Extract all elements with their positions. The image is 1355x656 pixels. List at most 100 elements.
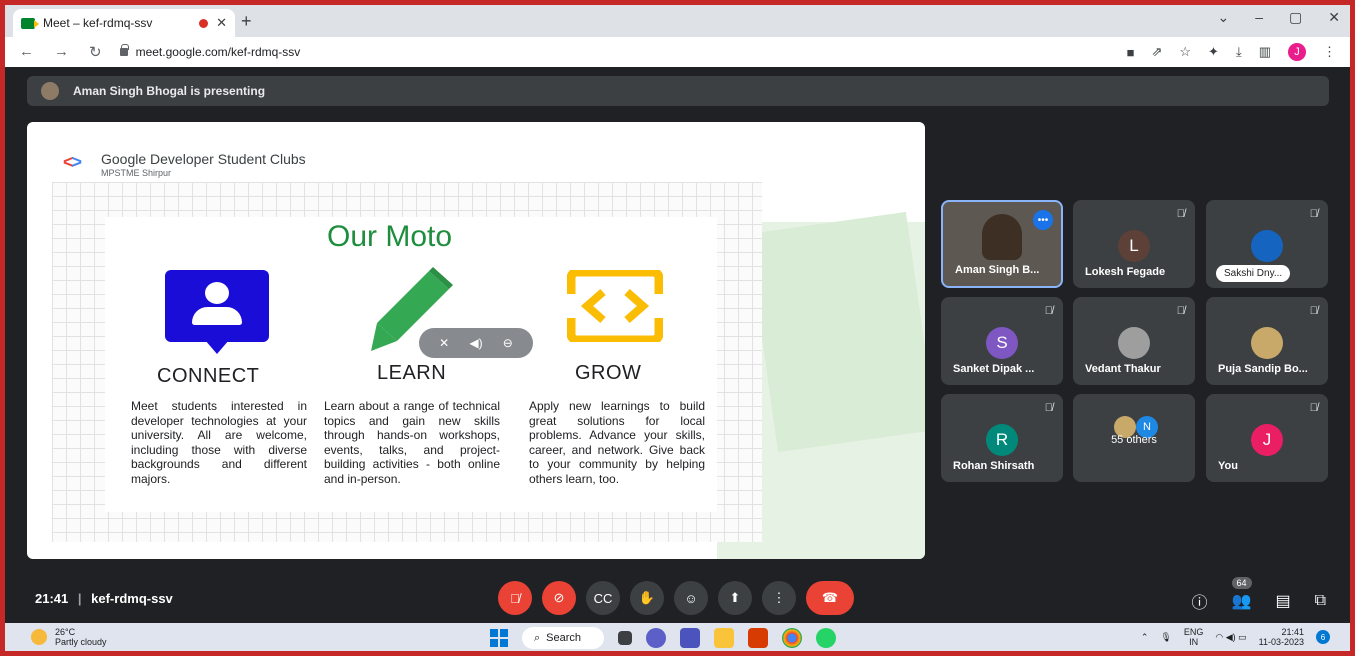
new-tab-button[interactable]: +: [241, 11, 252, 32]
slide-org-title: Google Developer Student Clubs: [101, 151, 306, 167]
participant-tile-presenter[interactable]: ••• Aman Singh B...: [941, 200, 1063, 288]
presenting-text: Aman Singh Bhogal is presenting: [73, 84, 266, 98]
leave-call-button[interactable]: ☎: [806, 581, 854, 615]
participant-tile[interactable]: 🎙̸ Vedant Thakur: [1073, 297, 1195, 385]
start-button[interactable]: [490, 629, 508, 647]
more-options-icon[interactable]: •••: [1033, 210, 1053, 230]
slide-paper-decor: [747, 211, 925, 453]
sidepanel-icon[interactable]: ▥: [1259, 44, 1271, 60]
people-count: 64: [1231, 577, 1252, 589]
slide-heading: Our Moto: [327, 220, 453, 253]
participant-tile[interactable]: 🎙̸ R Rohan Shirsath: [941, 394, 1063, 482]
browser-tab[interactable]: Meet – kef-rdmq-ssv ✕: [13, 9, 235, 37]
grow-text: Apply new learnings to build great solut…: [529, 399, 705, 486]
bookmark-star-icon[interactable]: ☆: [1179, 44, 1191, 60]
extensions-icon[interactable]: ✦: [1208, 44, 1219, 60]
avatar: [1118, 327, 1150, 359]
learn-text: Learn about a range of technical topics …: [324, 399, 500, 486]
weather-widget[interactable]: 26°C Partly cloudy: [31, 627, 107, 647]
profile-avatar[interactable]: J: [1288, 43, 1306, 61]
avatar: [1251, 230, 1283, 262]
presenter-avatar: [41, 82, 59, 100]
participant-name: Aman Singh B...: [955, 264, 1040, 276]
others-tile[interactable]: N 55 others: [1073, 394, 1195, 482]
restore-button[interactable]: ▢: [1289, 9, 1302, 26]
learn-title: LEARN: [377, 362, 447, 384]
more-options-button[interactable]: ⋮: [762, 581, 796, 615]
os-taskbar: 26°C Partly cloudy ⌕ Search ⌃ 🎙 ENG IN ◠…: [5, 623, 1350, 651]
file-explorer-icon[interactable]: [714, 628, 734, 648]
download-icon[interactable]: ⤓: [1236, 44, 1242, 60]
input-language[interactable]: ENG IN: [1184, 627, 1204, 647]
participant-name: You: [1218, 460, 1238, 472]
participant-tile[interactable]: 🎙̸ Sakshi Dny...: [1206, 200, 1328, 288]
participant-name: Sakshi Dny...: [1216, 265, 1291, 282]
back-icon[interactable]: ←: [19, 43, 34, 61]
meeting-controls-bar: 21:41 | kef-rdmq-ssv 🎙̸ ⊘ CC ✋ ☺ ⬆ ⋮ ☎ ⓘ…: [5, 571, 1350, 623]
camera-icon[interactable]: ■: [1127, 45, 1135, 60]
notification-badge[interactable]: 6: [1316, 630, 1330, 644]
region-code: IN: [1189, 637, 1199, 647]
people-button[interactable]: 64 👥: [1231, 577, 1252, 611]
search-icon: ⌕: [534, 631, 541, 644]
participant-name: Puja Sandip Bo...: [1218, 363, 1308, 375]
connect-text: Meet students interested in developer te…: [131, 399, 307, 486]
mic-tray-icon[interactable]: 🎙: [1160, 632, 1171, 643]
connect-icon: [165, 270, 269, 354]
participant-tile[interactable]: 🎙̸ S Sanket Dipak ...: [941, 297, 1063, 385]
tab-close-icon[interactable]: ✕: [216, 15, 227, 31]
chevron-up-icon[interactable]: ⌃: [1141, 632, 1149, 643]
wifi-sound-battery-icons[interactable]: ◠ ◀) ▭: [1215, 632, 1246, 643]
chat-app-icon[interactable]: [646, 628, 666, 648]
lang-code: ENG: [1183, 627, 1204, 637]
teams-icon[interactable]: [680, 628, 700, 648]
system-clock[interactable]: 21:41 11-03-2023: [1259, 627, 1304, 647]
camera-toggle-button[interactable]: ⊘: [542, 581, 576, 615]
toolbar-icons: ■ ⇗ ☆ ✦ ⤓ ▥ J ⋮: [1127, 43, 1336, 61]
reactions-button[interactable]: ☺: [674, 581, 708, 615]
present-button[interactable]: ⬆: [718, 581, 752, 615]
participant-name: Lokesh Fegade: [1085, 266, 1166, 278]
presenting-banner: Aman Singh Bhogal is presenting: [27, 76, 1329, 106]
connect-title: CONNECT: [157, 365, 260, 387]
chat-icon[interactable]: ▤: [1275, 591, 1290, 611]
participant-name: Vedant Thakur: [1085, 363, 1161, 375]
lock-icon: [119, 44, 129, 56]
reload-icon[interactable]: ↻: [89, 43, 102, 61]
url-text: meet.google.com/kef-rdmq-ssv: [135, 45, 301, 59]
participant-tile[interactable]: 🎙̸ L Lokesh Fegade: [1073, 200, 1195, 288]
whatsapp-icon[interactable]: [816, 628, 836, 648]
address-bar[interactable]: meet.google.com/kef-rdmq-ssv: [119, 44, 301, 59]
participant-tile[interactable]: 🎙̸ Puja Sandip Bo...: [1206, 297, 1328, 385]
meeting-details-icon[interactable]: ⓘ: [1192, 589, 1208, 613]
tab-search-icon[interactable]: ⌄: [1218, 9, 1230, 26]
participant-tile-self[interactable]: 🎙̸ J You: [1206, 394, 1328, 482]
code-brackets-icon: [567, 270, 663, 342]
menu-icon[interactable]: ⋮: [1323, 44, 1336, 60]
mic-off-icon: 🎙̸: [1044, 402, 1053, 414]
recording-dot-icon: [199, 18, 209, 28]
mic-toggle-button[interactable]: 🎙̸: [498, 581, 532, 615]
minimize-button[interactable]: –: [1255, 9, 1263, 26]
remove-icon[interactable]: ⊖: [503, 336, 513, 350]
mic-off-icon: 🎙̸: [1309, 208, 1318, 220]
captions-button[interactable]: CC: [586, 581, 620, 615]
presentation-slide[interactable]: <> Google Developer Student Clubs MPSTME…: [27, 122, 925, 559]
tab-strip: Meet – kef-rdmq-ssv ✕ + ⌄ – ▢ ✕: [5, 5, 1350, 37]
raise-hand-button[interactable]: ✋: [630, 581, 664, 615]
activities-icon[interactable]: ⧉: [1315, 592, 1326, 610]
close-window-button[interactable]: ✕: [1328, 9, 1340, 26]
taskbar-search[interactable]: ⌕ Search: [522, 627, 604, 649]
forward-icon[interactable]: →: [54, 43, 69, 61]
participant-name: Sanket Dipak ...: [953, 363, 1035, 375]
mic-off-icon: 🎙̸: [1309, 305, 1318, 317]
mic-off-icon: 🎙̸: [1044, 305, 1053, 317]
avatar: L: [1118, 230, 1150, 262]
task-view-icon[interactable]: [618, 631, 632, 645]
share-icon[interactable]: ⇗: [1151, 44, 1162, 60]
mic-off-icon: ✕: [439, 336, 450, 350]
chrome-icon[interactable]: [782, 628, 802, 648]
screen: Meet – kef-rdmq-ssv ✕ + ⌄ – ▢ ✕ ← → ↻ me…: [5, 5, 1350, 651]
office-icon[interactable]: [748, 628, 768, 648]
meeting-code: kef-rdmq-ssv: [91, 591, 173, 606]
